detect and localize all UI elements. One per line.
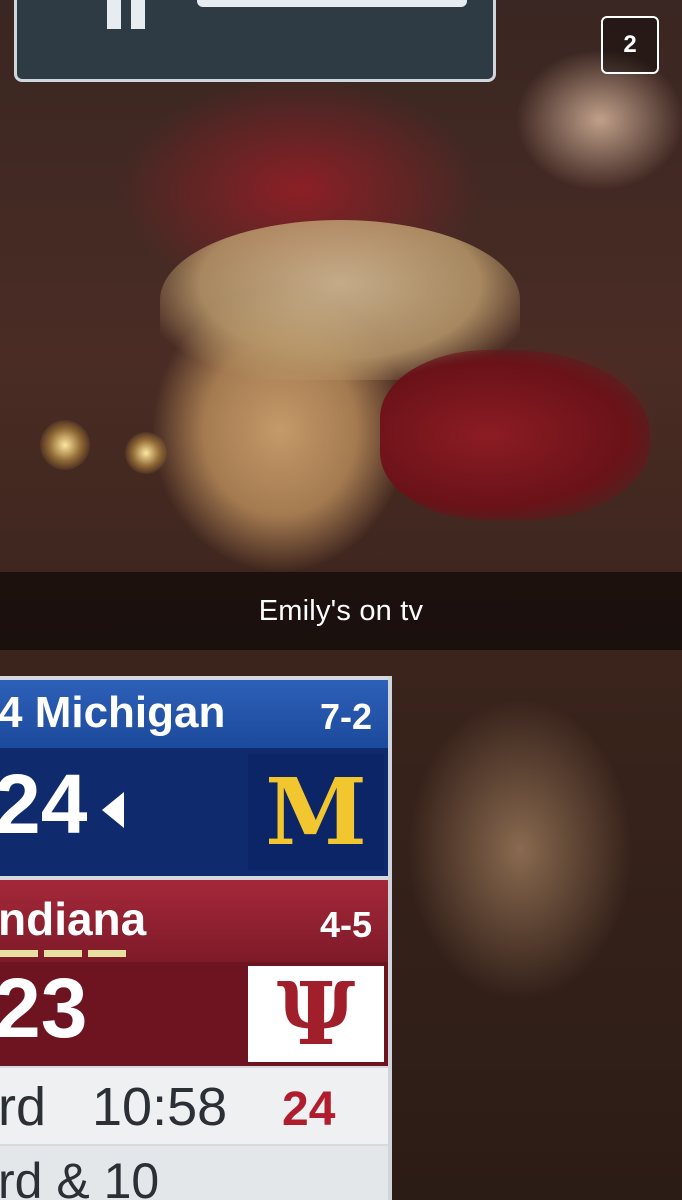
indiana-logo: Ψ <box>248 964 384 1065</box>
team1-score: 24 <box>0 757 88 851</box>
stadium-light <box>40 420 90 470</box>
stadium-sign <box>14 0 496 82</box>
team1-score-row: 24 M <box>0 748 388 876</box>
sign-glyphs <box>97 0 157 29</box>
tv-scoreboard: 4 Michigan 7-2 24 M ndiana 4-5 23 Ψ rd 1… <box>0 676 392 1200</box>
team2-name: ndiana <box>0 893 147 945</box>
down-distance: rd & 10 <box>0 1153 160 1200</box>
sign-lettering <box>197 0 467 7</box>
team2-timeouts <box>0 950 130 958</box>
team2-score: 23 <box>0 961 88 1055</box>
play-clock: 24 <box>282 1083 336 1136</box>
team1-name-row: 4 Michigan 7-2 <box>0 680 388 759</box>
game-clock-row: rd 10:58 24 <box>0 1068 388 1144</box>
indiana-trident-icon: Ψ <box>276 964 356 1065</box>
stadium-light <box>125 432 167 474</box>
fan-foam-prop <box>380 350 650 520</box>
team2-name-row: ndiana 4-5 <box>0 880 388 962</box>
caption-text: Emily's on tv <box>258 594 424 627</box>
michigan-logo: M <box>248 754 384 870</box>
team2-score-row: 23 Ψ <box>0 962 388 1066</box>
team2-record: 4-5 <box>319 904 372 945</box>
caption-bar: Emily's on tv <box>0 572 682 650</box>
quarter-label: rd <box>0 1077 47 1137</box>
game-clock: 10:58 <box>92 1077 228 1137</box>
michigan-m-icon: M <box>265 758 367 866</box>
story-count-badge[interactable]: 2 <box>601 16 659 74</box>
team1-name: 4 Michigan <box>0 688 226 737</box>
down-distance-row: rd & 10 <box>0 1146 388 1200</box>
team1-record: 7-2 <box>319 696 372 737</box>
possession-arrow-icon <box>102 792 124 828</box>
